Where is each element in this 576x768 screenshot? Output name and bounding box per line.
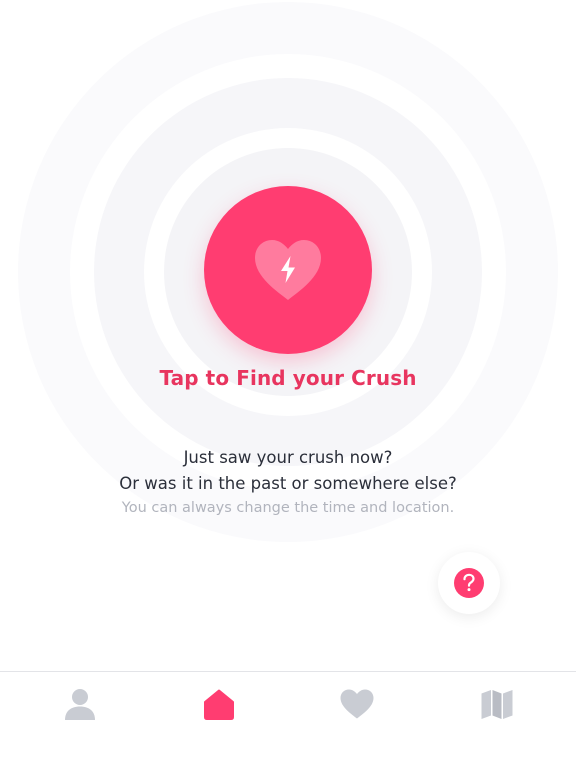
home-icon [203, 688, 235, 724]
heart-bolt-icon [251, 237, 325, 303]
tab-home[interactable] [199, 686, 239, 726]
tab-profile[interactable] [60, 686, 100, 726]
description-line-1: Just saw your crush now? [183, 448, 393, 467]
map-icon [480, 688, 514, 724]
find-crush-title: Tap to Find your Crush [159, 366, 417, 390]
help-button[interactable] [438, 552, 500, 614]
heart-icon [339, 688, 375, 724]
crush-finder-screen: Tap to Find your Crush Just saw your cru… [0, 0, 576, 768]
tab-likes[interactable] [337, 686, 377, 726]
tab-map[interactable] [477, 686, 517, 726]
bottom-tab-bar [0, 671, 576, 768]
find-crush-button[interactable] [204, 186, 372, 354]
description-line-2: Or was it in the past or somewhere else? [119, 474, 457, 493]
time-location-hint: You can always change the time and locat… [121, 500, 455, 516]
person-icon [63, 687, 97, 725]
question-icon [454, 568, 484, 598]
